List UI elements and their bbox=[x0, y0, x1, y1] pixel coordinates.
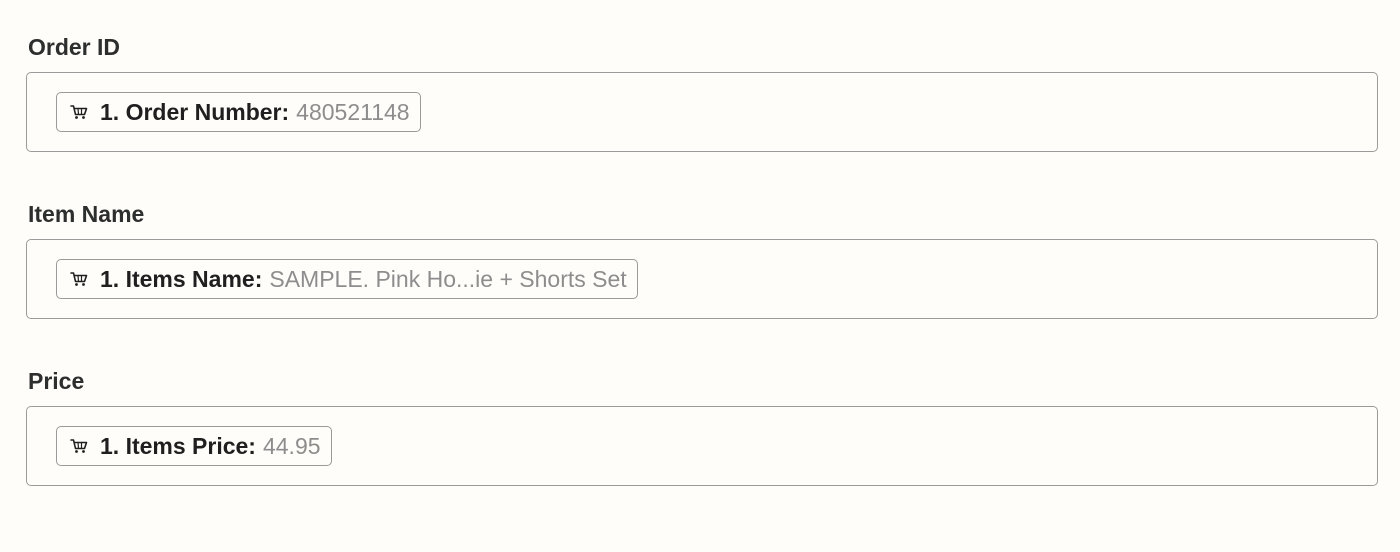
order-id-field[interactable]: 1. Order Number: 480521148 bbox=[26, 72, 1378, 152]
items-name-value: SAMPLE. Pink Ho...ie + Shorts Set bbox=[269, 265, 627, 292]
items-price-value: 44.95 bbox=[262, 432, 321, 459]
order-id-label: Order ID bbox=[28, 34, 121, 60]
order-number-key: 1. Order Number: bbox=[100, 98, 290, 125]
shopping-cart-icon bbox=[70, 104, 88, 120]
item-name-label: Item Name bbox=[28, 201, 145, 227]
item-name-field[interactable]: 1. Items Name: SAMPLE. Pink Ho...ie + Sh… bbox=[26, 239, 1378, 319]
order-number-pill[interactable]: 1. Order Number: 480521148 bbox=[56, 92, 421, 132]
shopping-cart-icon bbox=[70, 438, 88, 454]
price-field[interactable]: 1. Items Price: 44.95 bbox=[26, 406, 1378, 486]
items-name-key: 1. Items Name: bbox=[100, 265, 263, 292]
items-name-pill[interactable]: 1. Items Name: SAMPLE. Pink Ho...ie + Sh… bbox=[56, 259, 638, 299]
price-label: Price bbox=[28, 368, 85, 394]
items-price-pill[interactable]: 1. Items Price: 44.95 bbox=[56, 426, 332, 466]
order-number-value: 480521148 bbox=[296, 98, 410, 125]
shopping-cart-icon bbox=[70, 271, 88, 287]
items-price-key: 1. Items Price: bbox=[100, 432, 256, 459]
